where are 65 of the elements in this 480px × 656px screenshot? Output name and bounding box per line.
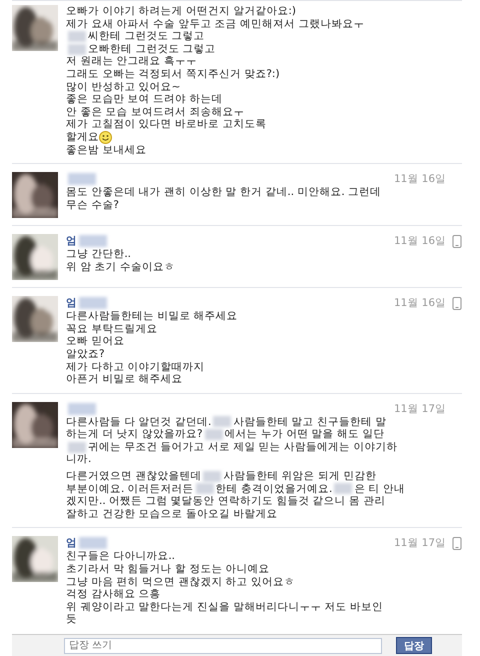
message-text: 친구들은 다아니까요..: [66, 550, 176, 564]
message-text: 안 좋은 모습 보여드려서 죄송해요ㅜ: [66, 106, 244, 118]
redaction-mark: [79, 235, 107, 248]
message-text: 몸도 안좋은데 내가 괜히 이상한 말 한거 같네.. 미안해요. 그런데: [66, 186, 382, 199]
sender-name: 엄: [66, 536, 77, 550]
sender-name: 엄: [66, 296, 77, 310]
message-text: 겠지만.. 어쨌든 그럼 몇달동안 연락하기도 힘들것 같으니 몸 관리: [66, 495, 386, 508]
message-date: 11월 17일: [394, 402, 446, 416]
message-text: 할게요: [66, 130, 99, 144]
message-text: 에서는 누가 어떤 말을 해도 일단: [224, 428, 384, 441]
message-text: 알았죠?: [66, 348, 105, 360]
redaction-mark: [68, 402, 96, 415]
redaction-mark: [68, 442, 86, 453]
message-text: 꼭요 부탁드릴게요: [66, 322, 158, 336]
message-date: 11월 16일: [394, 234, 446, 248]
redaction-mark: [68, 173, 96, 186]
redaction-mark: [79, 297, 107, 310]
message-text: 은 티 안내: [354, 482, 406, 496]
redaction-mark: [68, 44, 86, 55]
message-text: 다른거였으면 괜찮았을텐데: [66, 470, 202, 483]
message-text: 제가 요새 아파서 수술 앞두고 조금 예민해져서 그랬나봐요ㅜ: [66, 18, 364, 30]
message-text: 저 원래는 안그래요 흑ㅜㅜ: [66, 55, 198, 68]
message-text: 좋은밤 보내세요: [66, 144, 146, 156]
redaction-mark: [196, 483, 214, 494]
message-text: 초기라서 막 힘들거나 할 정도는 아니예요: [66, 563, 270, 576]
message-text: 좋은 모습만 보여 드려야 하는데: [66, 93, 222, 106]
message-text: 위 궤양이라고 말한다는게 진실을 말해버리다니ㅜㅜ 저도 바보인: [66, 600, 384, 614]
message-date: 11월 16일: [394, 296, 446, 310]
message-text: 많이 반성하고 있어요~: [66, 80, 180, 94]
redaction-mark: [79, 537, 107, 550]
redaction-mark: [213, 416, 232, 428]
smiley-icon: [99, 130, 112, 144]
message-text: 그냥 마음 편히 먹으면 괜찮겠지 하고 있어요ㅎ: [66, 576, 296, 588]
message-text: 한테 충격이었을거예요.: [216, 482, 332, 496]
message-text: 아픈거 비밀로 해주세요: [66, 373, 183, 386]
message-date: 11월 17일: [394, 536, 446, 550]
message-text: 사람들한테 위암은 되게 민감한: [223, 470, 376, 483]
message-text: 오빠가 이야기 하려는게 어떤건지 알거같아요:): [66, 5, 296, 18]
message-text: 사람들한테 말고 친구들한테 말: [233, 416, 386, 428]
redaction-mark: [204, 429, 223, 440]
redaction-mark: [203, 470, 222, 482]
message-text: 오빠한테 그런것도 그렇고: [88, 42, 216, 56]
message-text: 귀에는 무조건 들어가고 서로 제일 믿는 사람들에게는 이야기하: [88, 440, 398, 454]
message-text: 걱정 감사해요 으흥: [66, 588, 161, 601]
message-text: 오빠 믿어요: [66, 335, 124, 348]
message-text: 하는게 더 낫지 않았을까요?: [66, 428, 203, 441]
redaction-mark: [68, 30, 86, 42]
message-text: 니까.: [66, 453, 92, 466]
redaction-mark: [334, 483, 352, 494]
message-text: 씨한테 그런것도 그렇고: [88, 30, 205, 43]
sender-name: 엄: [66, 234, 77, 248]
message-text: 위 암 초기 수술이요ㅎ: [66, 260, 176, 274]
message-text: 잘하고 건강한 모습으로 돌아오길 바랄게요: [66, 508, 278, 520]
message-text: 제가 고칠점이 있다면 바로바로 고치도록: [66, 118, 266, 131]
message-text: 그래도 오빠는 걱정되서 쪽지주신거 맞죠?:): [66, 68, 280, 81]
message-text: 제가 다하고 이야기할때까지: [66, 360, 205, 374]
message-text: 다른사람들한테는 비밀로 해주세요: [66, 310, 238, 323]
reply-button[interactable]: 답장: [396, 637, 432, 654]
message-text: 다른사람들 다 알던것 같던데.: [66, 416, 212, 428]
message-date: 11월 16일: [394, 172, 446, 186]
message-text: 부분이예요. 이러든저러든: [66, 482, 194, 496]
message-text: 그냥 간단한..: [66, 248, 132, 261]
message-text: 듯: [66, 613, 77, 626]
message-text: 무슨 수술?: [66, 198, 119, 212]
reply-field[interactable]: 답장 쓰기: [64, 638, 382, 654]
